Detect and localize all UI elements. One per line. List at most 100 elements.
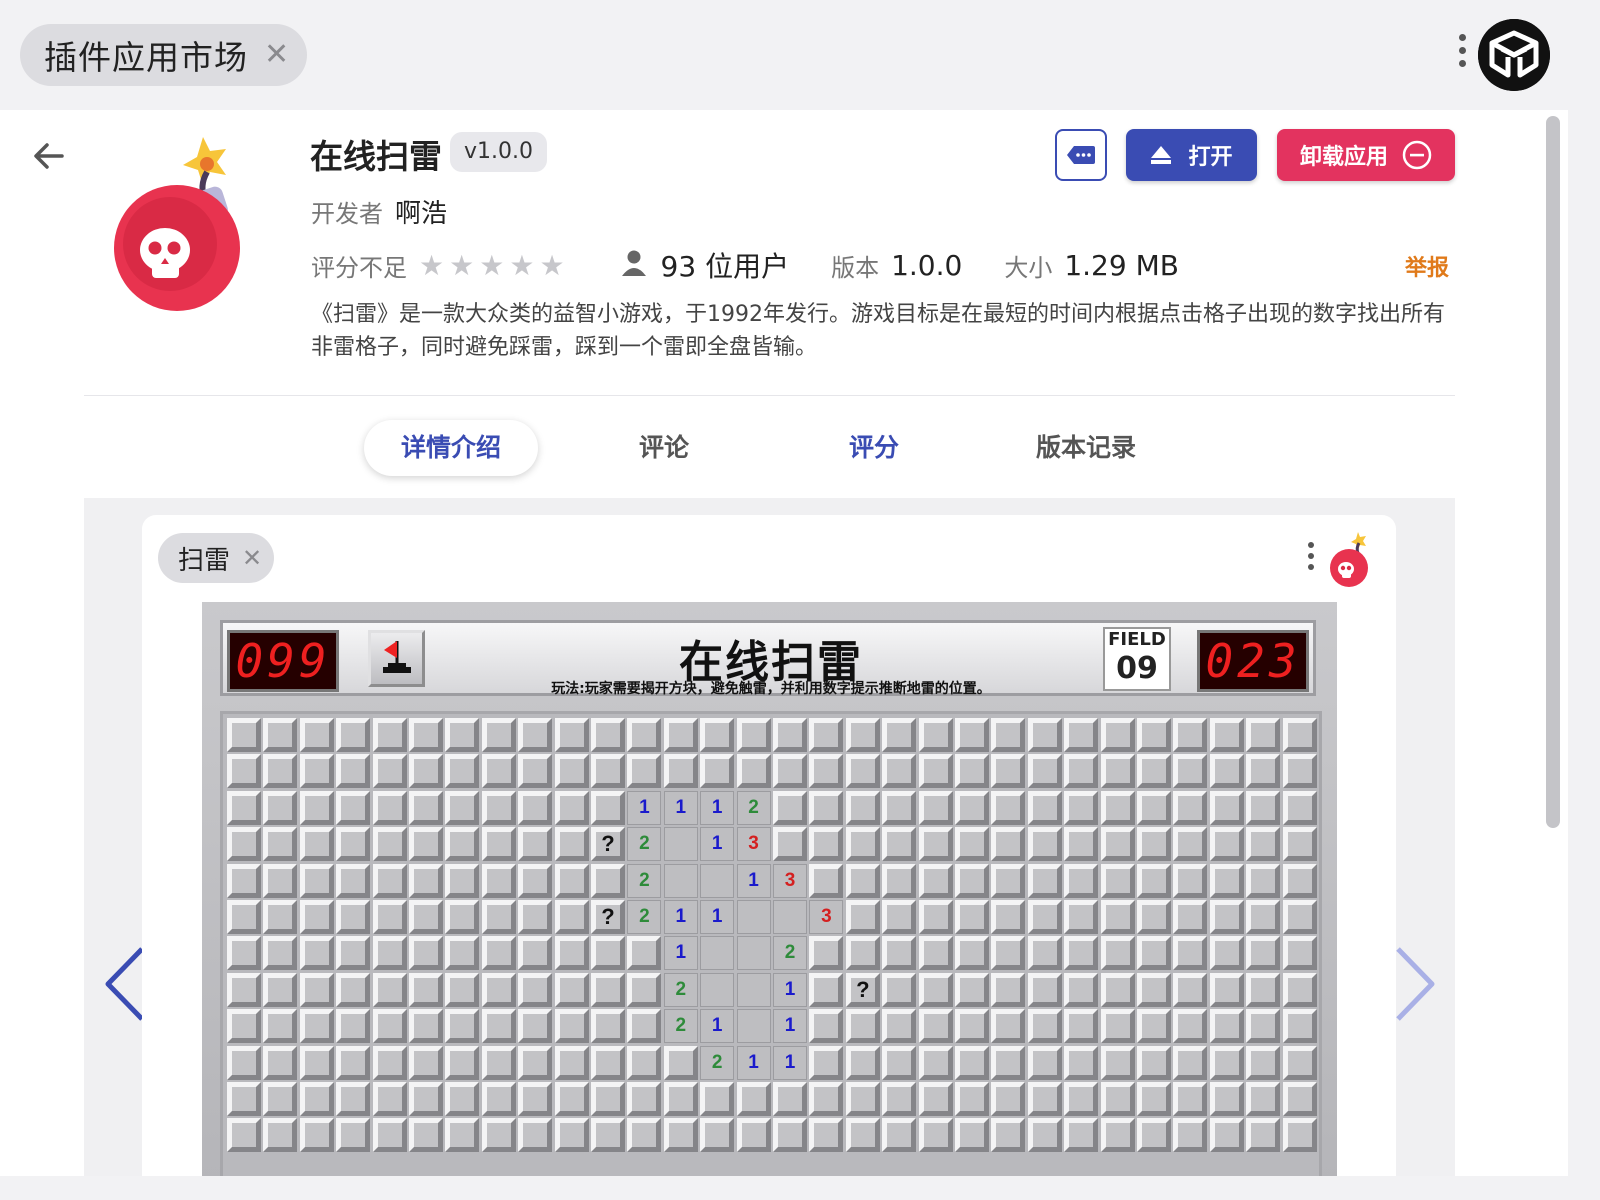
board-cell-covered xyxy=(1100,900,1135,934)
board-cell-covered xyxy=(663,1082,698,1116)
board-cell-covered xyxy=(1173,1118,1208,1153)
board-cell-covered xyxy=(518,972,553,1007)
board-cell-covered xyxy=(445,972,480,1007)
board-cell-covered xyxy=(1282,936,1317,971)
board-cell-covered xyxy=(700,718,735,752)
board-cell-covered xyxy=(627,1045,662,1080)
board-cell-covered xyxy=(991,936,1026,971)
board-cell-revealed xyxy=(700,936,735,971)
board-cell-covered xyxy=(336,936,371,971)
report-link[interactable]: 举报 xyxy=(1405,250,1449,282)
board-cell-covered xyxy=(955,900,989,934)
app-logo-icon[interactable] xyxy=(1478,19,1550,91)
board-cell-covered xyxy=(845,1118,880,1153)
board-cell-covered xyxy=(336,827,371,862)
board-cell-covered xyxy=(1100,718,1135,752)
board-cell-covered xyxy=(299,790,334,825)
bomb-app-icon xyxy=(1328,531,1372,587)
board-cell-covered xyxy=(845,1009,880,1044)
board-cell-covered xyxy=(227,1009,261,1044)
board-cell-covered xyxy=(1064,827,1099,862)
board-cell-covered xyxy=(1173,936,1208,971)
board-cell-covered xyxy=(518,1009,553,1044)
board-cell-covered xyxy=(991,790,1026,825)
close-icon[interactable]: ✕ xyxy=(264,40,289,70)
board-cell-covered xyxy=(918,1118,953,1153)
scrollbar-thumb[interactable] xyxy=(1546,116,1560,828)
more-menu-icon[interactable] xyxy=(1459,34,1466,67)
board-cell-covered xyxy=(1282,1118,1317,1153)
board-cell-revealed xyxy=(700,972,735,1007)
board-cell-covered xyxy=(1209,900,1244,934)
board-cell-covered xyxy=(882,790,917,825)
developer-line: 开发者 啊浩 xyxy=(311,193,447,230)
board-cell-covered xyxy=(1064,972,1099,1007)
tab-ratings[interactable]: 评分 xyxy=(824,420,924,476)
board-cell-revealed: 2 xyxy=(627,900,662,934)
tab-comments[interactable]: 评论 xyxy=(614,420,714,476)
board-cell-covered xyxy=(372,790,407,825)
chevron-left-icon[interactable] xyxy=(104,945,146,1027)
minesweeper-game: 099 在线扫雷 玩法:玩家需要揭开方块，避免触雷，并利用数字提示推断地雷的位置… xyxy=(202,602,1337,1176)
board-cell-covered xyxy=(845,718,880,752)
board-cell-covered xyxy=(481,790,516,825)
board-cell-revealed: 1 xyxy=(700,1009,735,1044)
board-cell-covered xyxy=(591,863,625,898)
board-cell-covered xyxy=(1173,972,1208,1007)
board-cell-covered xyxy=(882,900,917,934)
board-cell-covered xyxy=(1282,754,1317,789)
board-cell-covered xyxy=(955,827,989,862)
tab-version-history[interactable]: 版本记录 xyxy=(1014,420,1158,476)
board-cell-covered xyxy=(882,754,917,789)
chevron-right-icon[interactable] xyxy=(1394,945,1436,1027)
back-arrow-icon[interactable] xyxy=(32,138,66,182)
board-cell-covered xyxy=(1209,1045,1244,1080)
board-cell-revealed: 1 xyxy=(663,790,698,825)
tab-details[interactable]: 详情介绍 xyxy=(364,420,538,476)
board-cell-revealed xyxy=(736,972,771,1007)
board-cell-covered xyxy=(445,790,480,825)
board-cell-covered xyxy=(627,1118,662,1153)
board-cell-revealed xyxy=(773,900,807,934)
board-cell-revealed xyxy=(736,936,771,971)
board-cell-covered xyxy=(554,754,589,789)
board-cell-revealed: 1 xyxy=(663,936,698,971)
board-cell-covered xyxy=(372,936,407,971)
board-cell-covered xyxy=(227,900,261,934)
board-cell-covered xyxy=(409,790,443,825)
board-cell-covered xyxy=(882,827,917,862)
board-cell-covered xyxy=(955,790,989,825)
board-cell-covered xyxy=(882,718,917,752)
board-cell-covered xyxy=(518,827,553,862)
board-cell-covered xyxy=(1282,790,1317,825)
board-cell-covered xyxy=(773,827,807,862)
board-cell-covered xyxy=(299,972,334,1007)
window-tab-title: 插件应用市场 xyxy=(44,38,248,77)
board-cell-covered xyxy=(372,718,407,752)
board-cell-revealed: 2 xyxy=(700,1045,735,1080)
minus-circle-icon xyxy=(1402,140,1432,170)
board-cell-covered xyxy=(918,1082,953,1116)
board-cell-covered xyxy=(1100,827,1135,862)
board-cell-covered xyxy=(955,1118,989,1153)
board-cell-covered xyxy=(445,827,480,862)
board-cell-revealed: 1 xyxy=(627,790,662,825)
window-tab[interactable]: 插件应用市场 ✕ xyxy=(20,24,308,86)
board-cell-covered xyxy=(1246,827,1281,862)
board-cell-covered xyxy=(591,718,625,752)
board-cell-covered xyxy=(1027,790,1062,825)
board-cell-covered xyxy=(1100,972,1135,1007)
tag-button[interactable] xyxy=(1055,129,1107,181)
board-cell-covered xyxy=(1100,1082,1135,1116)
board-cell-covered xyxy=(1209,972,1244,1007)
open-button[interactable]: 打开 xyxy=(1126,129,1257,181)
board-cell-covered xyxy=(263,900,298,934)
board-cell-covered xyxy=(1246,972,1281,1007)
uninstall-button[interactable]: 卸载应用 xyxy=(1277,129,1455,181)
board-cell-covered xyxy=(845,827,880,862)
board-cell-covered xyxy=(1173,754,1208,789)
board-cell-covered xyxy=(663,1118,698,1153)
board-cell-covered xyxy=(1027,754,1062,789)
developer-name[interactable]: 啊浩 xyxy=(395,199,447,229)
board-cell-covered xyxy=(227,754,261,789)
